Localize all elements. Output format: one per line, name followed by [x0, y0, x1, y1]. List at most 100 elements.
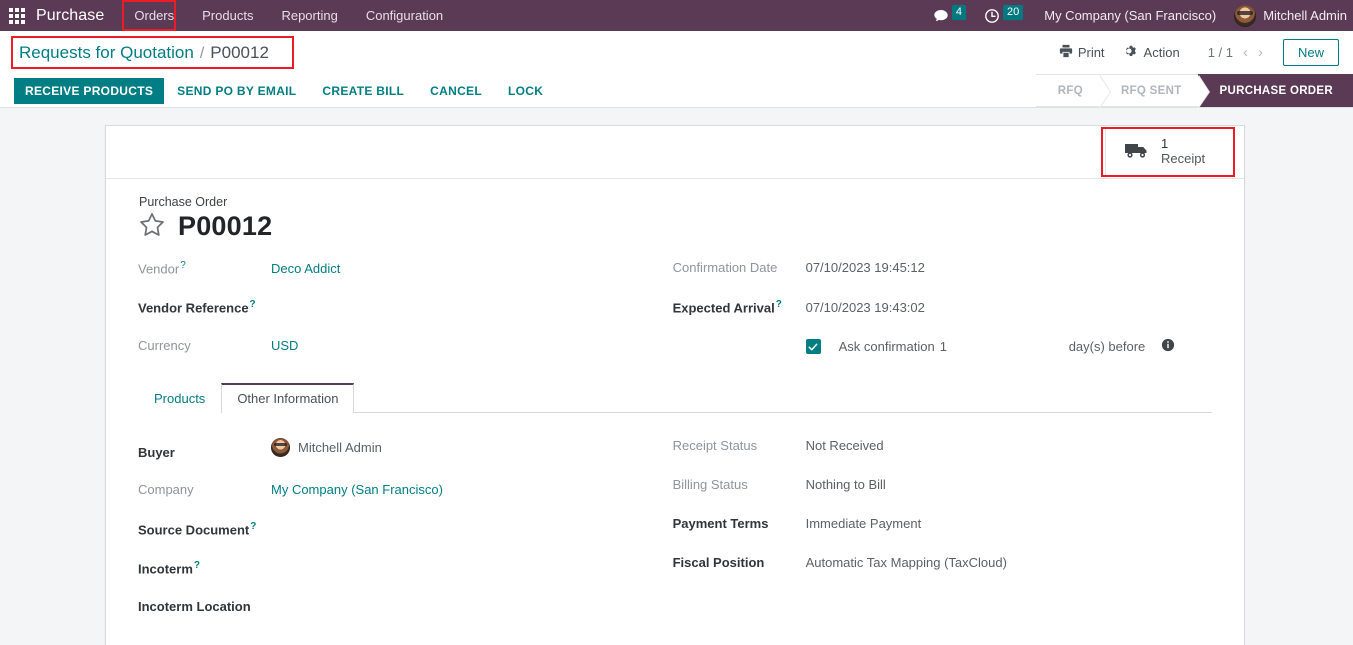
- cancel-button[interactable]: Cancel: [417, 78, 495, 104]
- field-payment-terms-value[interactable]: Immediate Payment: [806, 516, 922, 531]
- reminder-days-input[interactable]: [940, 339, 962, 354]
- control-panel: Requests for Quotation / P00012 Print Ac…: [0, 31, 1353, 108]
- clock-icon: [984, 8, 1000, 24]
- field-vendor-label: Vendor?: [138, 260, 271, 276]
- field-receipt-status: Receipt Status Not Received: [673, 438, 1212, 455]
- field-buyer-label: Buyer: [138, 445, 271, 460]
- receive-products-button[interactable]: Receive Products: [14, 78, 164, 104]
- tooltip-icon[interactable]: ?: [250, 299, 256, 310]
- ask-confirmation-label: Ask confirmation: [839, 339, 935, 354]
- lock-button[interactable]: Lock: [495, 78, 556, 104]
- create-bill-button[interactable]: Create Bill: [309, 78, 417, 104]
- field-fiscal-position: Fiscal Position Automatic Tax Mapping (T…: [673, 555, 1212, 572]
- other-information-left-column: Buyer Mitchell Admin Company My Company …: [138, 438, 673, 638]
- field-billing-status-label: Billing Status: [673, 477, 806, 492]
- field-expected-arrival-value[interactable]: 07/10/2023 19:43:02: [806, 300, 925, 315]
- field-billing-status: Billing Status Nothing to Bill: [673, 477, 1212, 494]
- activities-count-badge: 20: [1003, 5, 1023, 20]
- field-confirmation-date-value: 07/10/2023 19:45:12: [806, 260, 925, 275]
- field-currency-label: Currency: [138, 338, 271, 353]
- breadcrumb: Requests for Quotation / P00012: [14, 40, 274, 66]
- status-step-purchase-order[interactable]: Purchase Order: [1198, 74, 1353, 107]
- app-brand-name[interactable]: Purchase: [34, 7, 120, 25]
- tooltip-icon[interactable]: ?: [776, 299, 782, 310]
- field-receipt-status-value: Not Received: [806, 438, 884, 453]
- tab-other-information[interactable]: Other Information: [221, 383, 354, 413]
- page-title: P00012: [178, 211, 272, 242]
- truck-icon: [1124, 141, 1150, 163]
- send-po-by-email-button[interactable]: Send PO by Email: [164, 78, 309, 104]
- field-fiscal-position-label: Fiscal Position: [673, 555, 806, 570]
- field-vendor-reference: Vendor Reference?: [138, 299, 673, 316]
- other-information-group: Buyer Mitchell Admin Company My Company …: [138, 438, 1212, 638]
- buyer-avatar: [271, 438, 290, 457]
- field-expected-arrival-label: Expected Arrival?: [673, 299, 806, 315]
- reminder-row: Ask confirmation day(s) before: [806, 338, 1212, 355]
- tooltip-icon[interactable]: ?: [194, 560, 200, 571]
- tab-page-other-information: Buyer Mitchell Admin Company My Company …: [138, 413, 1212, 638]
- info-circle-icon[interactable]: [1161, 338, 1175, 355]
- gear-icon: [1125, 44, 1139, 61]
- field-confirmation-date: Confirmation Date 07/10/2023 19:45:12: [673, 260, 1212, 277]
- star-outline-icon[interactable]: [138, 211, 166, 242]
- control-panel-top-row: Requests for Quotation / P00012 Print Ac…: [0, 31, 1353, 74]
- field-vendor-reference-label: Vendor Reference?: [138, 299, 271, 315]
- status-step-rfq-sent[interactable]: RFQ Sent: [1099, 74, 1198, 107]
- print-button[interactable]: Print: [1049, 40, 1115, 65]
- chevron-right-icon[interactable]: ›: [1254, 45, 1267, 60]
- field-billing-status-value: Nothing to Bill: [806, 477, 886, 492]
- field-company-label: Company: [138, 482, 271, 497]
- field-incoterm-location-label: Incoterm Location: [138, 599, 271, 614]
- new-button[interactable]: New: [1283, 39, 1339, 66]
- field-fiscal-position-value[interactable]: Automatic Tax Mapping (TaxCloud): [806, 555, 1007, 570]
- receipt-label: Receipt: [1161, 152, 1205, 167]
- menu-products[interactable]: Products: [188, 0, 267, 31]
- messages-count-badge: 4: [952, 5, 966, 20]
- breadcrumb-current: P00012: [210, 43, 269, 63]
- chevron-left-icon[interactable]: ‹: [1239, 45, 1252, 60]
- status-step-rfq[interactable]: RFQ: [1036, 74, 1099, 107]
- action-button-label: Action: [1144, 45, 1180, 60]
- pager: 1 / 1 ‹ ›: [1204, 45, 1267, 60]
- field-receipt-status-label: Receipt Status: [673, 438, 806, 453]
- record-form-label: Purchase Order: [139, 195, 1212, 209]
- breadcrumb-separator: /: [200, 45, 204, 63]
- receipt-smart-button-text: 1 Receipt: [1161, 137, 1205, 167]
- field-payment-terms-label: Payment Terms: [673, 516, 806, 531]
- ask-confirmation-checkbox[interactable]: [806, 339, 821, 354]
- messages-menu[interactable]: 4: [924, 0, 975, 31]
- apps-grid-icon: [9, 8, 25, 24]
- chat-bubble-icon: [933, 8, 949, 24]
- field-source-document-label: Source Document?: [138, 521, 271, 537]
- menu-orders[interactable]: Orders: [120, 0, 188, 31]
- tooltip-icon[interactable]: ?: [180, 260, 186, 271]
- printer-icon: [1059, 44, 1073, 61]
- field-vendor-value[interactable]: Deco Addict: [271, 261, 340, 276]
- apps-menu-toggle[interactable]: [0, 0, 34, 31]
- record-title-row: P00012: [138, 211, 1212, 242]
- notebook-tabs: Products Other Information: [138, 381, 1212, 413]
- field-payment-terms: Payment Terms Immediate Payment: [673, 516, 1212, 533]
- field-currency-value[interactable]: USD: [271, 338, 298, 353]
- field-company-value[interactable]: My Company (San Francisco): [271, 482, 443, 497]
- receipt-smart-button[interactable]: 1 Receipt: [1105, 126, 1235, 178]
- activities-menu[interactable]: 20: [975, 0, 1032, 31]
- user-menu[interactable]: Mitchell Admin: [1228, 5, 1353, 27]
- field-incoterm-location: Incoterm Location: [138, 599, 673, 616]
- tab-products[interactable]: Products: [138, 383, 221, 413]
- menu-reporting[interactable]: Reporting: [267, 0, 351, 31]
- menu-configuration[interactable]: Configuration: [352, 0, 457, 31]
- field-currency: Currency USD: [138, 338, 673, 355]
- field-confirmation-date-label: Confirmation Date: [673, 260, 806, 275]
- form-sheet-body: Purchase Order P00012 Vendor? Deco Addic…: [106, 179, 1244, 645]
- company-switcher[interactable]: My Company (San Francisco): [1032, 8, 1228, 23]
- tooltip-icon[interactable]: ?: [250, 521, 256, 532]
- action-button[interactable]: Action: [1115, 40, 1190, 65]
- field-buyer-value[interactable]: Mitchell Admin: [271, 438, 382, 457]
- other-information-right-column: Receipt Status Not Received Billing Stat…: [673, 438, 1212, 638]
- field-vendor: Vendor? Deco Addict: [138, 260, 673, 277]
- pager-value: 1 / 1: [1204, 45, 1237, 60]
- status-bar: RFQ RFQ Sent Purchase Order: [1036, 74, 1353, 107]
- breadcrumb-parent-link[interactable]: Requests for Quotation: [19, 43, 194, 63]
- field-buyer-text: Mitchell Admin: [298, 440, 382, 455]
